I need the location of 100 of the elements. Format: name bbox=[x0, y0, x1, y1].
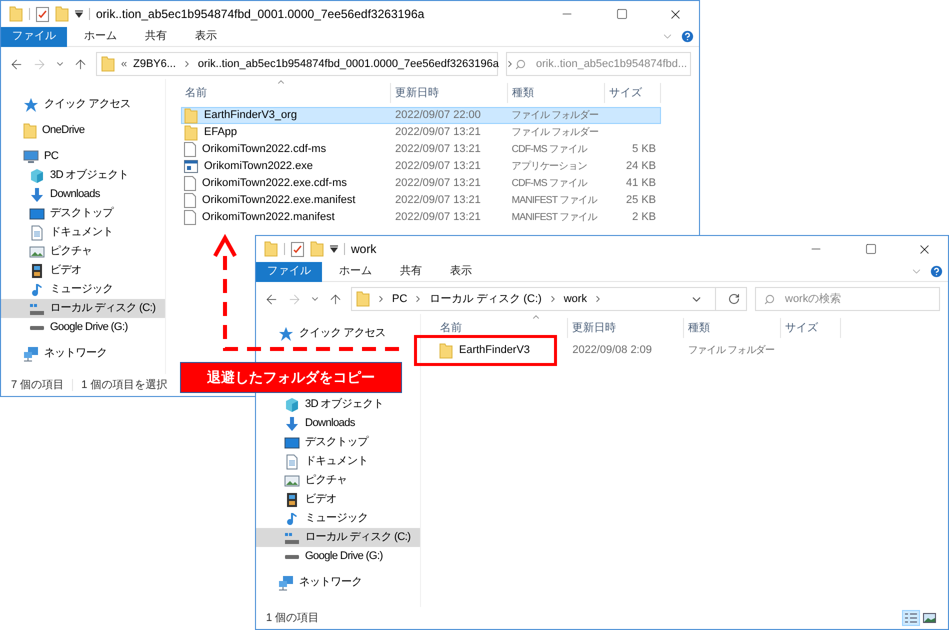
music-note-icon bbox=[29, 282, 45, 298]
status-text: 1 個の項目を選択 bbox=[81, 378, 168, 393]
sidebar-item[interactable]: Downloads bbox=[256, 414, 420, 433]
ribbon-tab[interactable]: 共有 bbox=[389, 262, 433, 282]
sidebar-item[interactable]: ローカル ディスク (C:) bbox=[1, 299, 165, 318]
search-icon bbox=[764, 294, 775, 304]
breadcrumb[interactable]: ローカル ディスク (C:) bbox=[429, 290, 542, 308]
help-icon[interactable] bbox=[929, 264, 944, 279]
customize-caret-icon[interactable] bbox=[75, 10, 83, 18]
ribbon-tab[interactable]: ホーム bbox=[73, 26, 128, 46]
sidebar-item[interactable]: ローカル ディスク (C:) bbox=[256, 528, 420, 547]
file-row[interactable]: EFApp 2022/09/07 13:21 ファイル フォルダー bbox=[181, 124, 661, 141]
cube-icon bbox=[284, 396, 300, 412]
ribbon-tab[interactable]: ホーム bbox=[328, 262, 383, 282]
file-name: OrikomiTown2022.exe.cdf-ms bbox=[202, 176, 347, 192]
customize-caret-icon[interactable] bbox=[330, 245, 338, 253]
sidebar-item[interactable]: OneDrive bbox=[1, 121, 165, 140]
download-arrow-icon bbox=[29, 186, 45, 202]
sidebar-item[interactable]: ビデオ bbox=[256, 490, 420, 509]
search-icon bbox=[515, 58, 526, 70]
modified-date: 2022/09/07 13:21 bbox=[394, 176, 482, 192]
column-header[interactable]: 更新日時 bbox=[568, 318, 684, 338]
overflow-mark[interactable]: « bbox=[121, 56, 128, 72]
sidebar-item[interactable]: 3D オブジェクト bbox=[1, 166, 165, 185]
file-icon bbox=[184, 210, 196, 225]
picture-icon bbox=[29, 244, 45, 260]
ribbon-tab[interactable]: 表示 bbox=[184, 26, 228, 46]
sidebar-item[interactable]: ビデオ bbox=[1, 261, 165, 280]
folder-icon bbox=[184, 124, 198, 140]
file-name: OrikomiTown2022.exe bbox=[204, 159, 313, 174]
file-type: CDF-MS ファイル bbox=[512, 178, 587, 190]
refresh-icon[interactable] bbox=[728, 293, 740, 305]
column-header[interactable]: サイズ bbox=[781, 318, 841, 338]
sidebar-item[interactable]: デスクトップ bbox=[256, 433, 420, 452]
breadcrumb[interactable]: work bbox=[564, 290, 587, 308]
sidebar-item[interactable]: PC bbox=[1, 147, 165, 166]
column-header[interactable]: 名前 bbox=[436, 318, 568, 338]
file-row[interactable]: OrikomiTown2022.manifest 2022/09/07 13:21 MANIFEST ファイル 2 KB bbox=[181, 209, 661, 226]
column-header[interactable]: 種類 bbox=[508, 83, 605, 103]
maximize-icon[interactable] bbox=[865, 243, 877, 255]
file-row[interactable]: OrikomiTown2022.cdf-ms 2022/09/07 13:21 CDF-MS ファイル 5 KB bbox=[181, 141, 661, 158]
file-name: EarthFinderV3_org bbox=[204, 108, 297, 124]
column-header[interactable]: 更新日時 bbox=[391, 83, 508, 103]
sidebar-item[interactable]: クイック アクセス bbox=[1, 95, 165, 114]
help-icon[interactable] bbox=[680, 29, 695, 44]
file-icon bbox=[184, 176, 196, 191]
callout-tooltip: 退避したフォルダをコピー bbox=[180, 362, 402, 393]
sidebar-item[interactable]: ミュージック bbox=[1, 280, 165, 299]
breadcrumb[interactable]: Z9BY6... bbox=[133, 56, 176, 72]
column-header[interactable]: 名前 bbox=[181, 83, 391, 103]
details-view-button[interactable] bbox=[902, 610, 920, 626]
properties-icon[interactable] bbox=[291, 242, 304, 256]
maximize-icon[interactable] bbox=[616, 8, 628, 20]
sidebar-item[interactable]: デスクトップ bbox=[1, 204, 165, 223]
download-arrow-icon bbox=[284, 416, 300, 432]
sidebar-item[interactable]: ネットワーク bbox=[256, 573, 420, 592]
film-icon bbox=[29, 262, 45, 278]
ribbon-tab[interactable]: 共有 bbox=[134, 26, 178, 46]
sidebar-item[interactable]: ドキュメント bbox=[256, 452, 420, 471]
file-row[interactable]: EarthFinderV3 2022/09/08 2:09 ファイル フォルダー bbox=[436, 342, 841, 359]
file-row[interactable]: OrikomiTown2022.exe 2022/09/07 13:21 アプリケーション 24 KB bbox=[181, 158, 661, 175]
sidebar-item[interactable]: Google Drive (G:) bbox=[1, 318, 165, 337]
window-title: work bbox=[351, 241, 376, 258]
sidebar-item[interactable]: Google Drive (G:) bbox=[256, 547, 420, 566]
new-folder-icon bbox=[55, 6, 69, 22]
sidebar-item[interactable]: ピクチャ bbox=[1, 242, 165, 261]
ribbon-tab[interactable]: ファイル bbox=[256, 262, 322, 282]
file-type: MANIFEST ファイル bbox=[512, 195, 597, 206]
column-header[interactable]: 種類 bbox=[684, 318, 781, 338]
network-icon bbox=[278, 574, 294, 590]
drive-icon bbox=[285, 554, 299, 558]
address-bar[interactable]: PC ローカル ディスク (C:) work bbox=[351, 287, 747, 311]
search-field[interactable]: workの検索 bbox=[755, 287, 940, 311]
drive-icon bbox=[30, 326, 44, 330]
properties-icon[interactable] bbox=[36, 6, 49, 22]
sidebar-item[interactable]: クイック アクセス bbox=[256, 324, 420, 343]
file-row[interactable]: OrikomiTown2022.exe.cdf-ms 2022/09/07 13:21 CDF-MS ファイル 41 KB bbox=[181, 175, 661, 192]
file-row[interactable]: EarthFinderV3_org 2022/09/07 22:00 ファイル フォルダー bbox=[181, 107, 661, 124]
sidebar-item[interactable]: ドキュメント bbox=[1, 223, 165, 242]
sidebar-item[interactable]: Downloads bbox=[1, 185, 165, 204]
star-icon bbox=[278, 326, 294, 342]
file-size: 24 KB bbox=[626, 160, 656, 172]
ribbon-tab[interactable]: ファイル bbox=[1, 26, 67, 46]
sidebar-item[interactable]: ミュージック bbox=[256, 509, 420, 528]
ribbon-tab[interactable]: 表示 bbox=[439, 262, 483, 282]
file-type: ファイル フォルダー bbox=[688, 345, 775, 356]
sidebar-item[interactable]: 3D オブジェクト bbox=[256, 395, 420, 414]
large-icons-view-button[interactable] bbox=[920, 610, 938, 626]
sidebar-item[interactable]: ピクチャ bbox=[256, 471, 420, 490]
desktop-icon bbox=[29, 206, 45, 222]
sidebar-item[interactable]: ネットワーク bbox=[1, 344, 165, 363]
breadcrumb[interactable]: PC bbox=[392, 290, 408, 308]
modified-date: 2022/09/07 13:21 bbox=[394, 159, 482, 174]
folder-icon bbox=[184, 108, 198, 124]
star-icon bbox=[23, 96, 39, 112]
breadcrumb[interactable]: orik..tion_ab5ec1b954874fbd_0001.0000_7ee56edf3263196a bbox=[198, 56, 499, 72]
file-row[interactable]: OrikomiTown2022.exe.manifest 2022/09/07 13:21 MANIFEST ファイル 25 KB bbox=[181, 192, 661, 209]
search-field[interactable]: orik..tion_ab5ec1b954874fbd... bbox=[506, 52, 691, 76]
file-type: CDF-MS ファイル bbox=[512, 144, 587, 156]
column-header[interactable]: サイズ bbox=[605, 83, 661, 103]
